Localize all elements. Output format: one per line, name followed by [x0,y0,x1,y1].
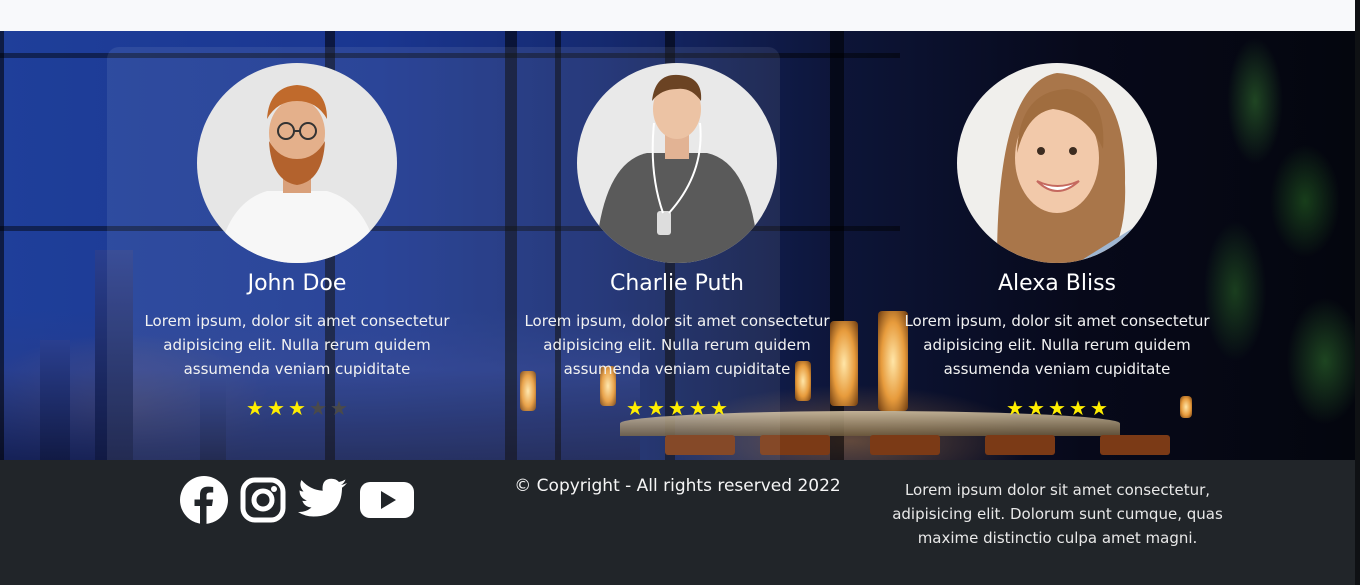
testimonial-text: Lorem ipsum, dolor sit amet consectetur … [524,312,830,378]
star-icon: ★ [626,396,644,420]
footer-description: Lorem ipsum dolor sit amet consectetur, … [892,481,1223,547]
star-icon: ★ [309,396,327,420]
testimonial-text: Lorem ipsum, dolor sit amet consectetur … [144,312,450,378]
star-rating: ★ ★ ★ ★ ★ [877,397,1237,419]
star-icon: ★ [689,396,707,420]
star-icon: ★ [1027,396,1045,420]
star-icon: ★ [668,396,686,420]
building-background [40,340,70,460]
copyright-text: © Copyright - All rights reserved 2022 [514,476,841,496]
social-links [180,476,414,528]
chair-background [985,435,1055,455]
star-icon: ★ [1069,396,1087,420]
testimonial-name: Charlie Puth [610,271,744,296]
scrollbar-track[interactable] [1355,0,1360,585]
window-frame [0,31,4,460]
star-icon: ★ [1006,396,1024,420]
avatar [577,63,777,263]
star-icon: ★ [330,396,348,420]
star-rating: ★ ★ ★ ★ ★ [117,397,477,419]
testimonial-text: Lorem ipsum, dolor sit amet consectetur … [904,312,1210,378]
instagram-icon[interactable] [240,477,286,527]
twitter-icon[interactable] [298,478,348,526]
star-icon: ★ [288,396,306,420]
star-rating: ★ ★ ★ ★ ★ [497,397,857,419]
avatar [957,63,1157,263]
star-icon: ★ [1090,396,1108,420]
plant-background [1095,31,1355,460]
site-footer: © Copyright - All rights reserved 2022 L… [0,460,1355,585]
youtube-icon[interactable] [360,480,414,524]
top-nav-strip [0,0,1355,31]
star-icon: ★ [710,396,728,420]
testimonials-section: John Doe Lorem ipsum, dolor sit amet con… [0,31,1355,460]
testimonial-name: Alexa Bliss [997,271,1117,296]
star-icon: ★ [1048,396,1066,420]
chair-background [870,435,940,455]
star-icon: ★ [267,396,285,420]
facebook-icon[interactable] [180,476,228,528]
avatar [197,63,397,263]
star-icon: ★ [246,396,264,420]
testimonial-name: John Doe [247,271,347,296]
star-icon: ★ [647,396,665,420]
